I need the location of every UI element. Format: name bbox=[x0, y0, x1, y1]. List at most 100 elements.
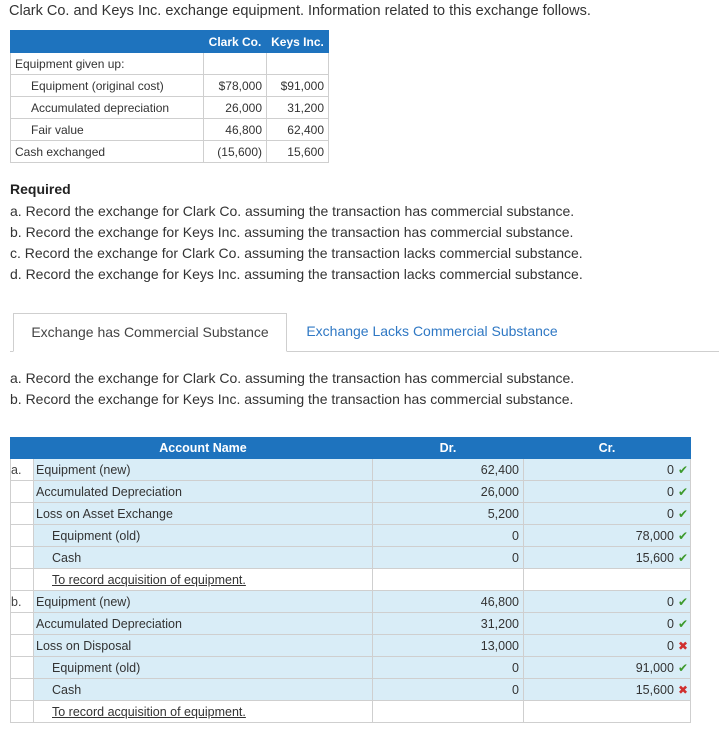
info-clark-value: (15,600) bbox=[203, 140, 267, 163]
debit-field[interactable]: 0 bbox=[372, 656, 524, 679]
info-header-row: Clark Co. Keys Inc. bbox=[10, 30, 329, 53]
journal-line: Cash 0 15,600 ✖ bbox=[10, 678, 691, 701]
info-keys-value: 31,200 bbox=[266, 96, 329, 119]
required-item-d: d. Record the exchange for Keys Inc. ass… bbox=[10, 266, 583, 282]
exchange-info-table: Clark Co. Keys Inc. Equipment given up: … bbox=[10, 30, 329, 163]
journal-line: Cash 0 15,600 ✔ bbox=[10, 546, 691, 569]
credit-field[interactable]: 15,600 bbox=[636, 551, 674, 565]
cross-icon: ✖ bbox=[677, 682, 688, 697]
credit-field[interactable]: 0 bbox=[667, 595, 674, 609]
debit-field[interactable]: 0 bbox=[372, 546, 524, 569]
tab-bar: Exchange has Commercial Substance Exchan… bbox=[10, 313, 719, 352]
journal-note-text: To record acquisition of equipment. bbox=[52, 704, 246, 719]
account-field[interactable]: Cash bbox=[33, 546, 373, 569]
entry-letter-blank bbox=[10, 480, 34, 503]
info-row: Accumulated depreciation 26,000 31,200 bbox=[10, 96, 329, 119]
credit-cell: 0 ✔ bbox=[523, 612, 691, 635]
debit-field[interactable]: 0 bbox=[372, 678, 524, 701]
credit-field[interactable]: 0 bbox=[667, 507, 674, 521]
credit-field[interactable]: 0 bbox=[667, 617, 674, 631]
info-row-label: Equipment (original cost) bbox=[10, 74, 204, 97]
journal-header-dr: Dr. bbox=[372, 437, 524, 459]
credit-field[interactable]: 78,000 bbox=[636, 529, 674, 543]
info-clark-value: 46,800 bbox=[203, 118, 267, 141]
journal-note-row: To record acquisition of equipment. bbox=[10, 568, 691, 591]
subtext-b: b. Record the exchange for Keys Inc. ass… bbox=[10, 391, 574, 407]
debit-field[interactable]: 31,200 bbox=[372, 612, 524, 635]
credit-cell: 15,600 ✔ bbox=[523, 546, 691, 569]
info-keys-value: 15,600 bbox=[266, 140, 329, 163]
account-field[interactable]: Accumulated Depreciation bbox=[33, 480, 373, 503]
info-row-label: Fair value bbox=[10, 118, 204, 141]
journal-note: To record acquisition of equipment. bbox=[33, 568, 373, 591]
check-icon: ✔ bbox=[677, 660, 688, 675]
credit-cell: 15,600 ✖ bbox=[523, 678, 691, 701]
check-icon: ✔ bbox=[677, 462, 688, 477]
info-clark-value: $78,000 bbox=[203, 74, 267, 97]
journal-line: Loss on Disposal 13,000 0 ✖ bbox=[10, 634, 691, 657]
account-field[interactable]: Accumulated Depreciation bbox=[33, 612, 373, 635]
info-row: Equipment (original cost) $78,000 $91,00… bbox=[10, 74, 329, 97]
entry-letter: b. bbox=[10, 590, 34, 613]
journal-header-blank bbox=[10, 437, 34, 459]
info-row: Equipment given up: bbox=[10, 52, 329, 75]
entry-letter-blank bbox=[10, 634, 34, 657]
required-item-b: b. Record the exchange for Keys Inc. ass… bbox=[10, 224, 574, 240]
credit-field[interactable]: 15,600 bbox=[636, 683, 674, 697]
credit-cell: 0 ✔ bbox=[523, 502, 691, 525]
info-row: Fair value 46,800 62,400 bbox=[10, 118, 329, 141]
debit-field[interactable]: 62,400 bbox=[372, 458, 524, 481]
note-blank-cr bbox=[523, 568, 691, 591]
intro-text: Clark Co. and Keys Inc. exchange equipme… bbox=[9, 3, 591, 19]
entry-letter-blank bbox=[10, 656, 34, 679]
info-header-clark: Clark Co. bbox=[203, 30, 267, 53]
cross-icon: ✖ bbox=[677, 638, 688, 653]
entry-letter-blank bbox=[10, 612, 34, 635]
credit-cell: 0 ✔ bbox=[523, 480, 691, 503]
journal-note: To record acquisition of equipment. bbox=[33, 700, 373, 723]
credit-field[interactable]: 0 bbox=[667, 485, 674, 499]
credit-field[interactable]: 91,000 bbox=[636, 661, 674, 675]
credit-field[interactable]: 0 bbox=[667, 463, 674, 477]
info-keys-value bbox=[266, 52, 329, 75]
journal-line: b. Equipment (new) 46,800 0 ✔ bbox=[10, 590, 691, 613]
credit-cell: 0 ✔ bbox=[523, 590, 691, 613]
check-icon: ✔ bbox=[677, 550, 688, 565]
account-field[interactable]: Loss on Asset Exchange bbox=[33, 502, 373, 525]
note-blank-cr bbox=[523, 700, 691, 723]
credit-cell: 0 ✖ bbox=[523, 634, 691, 657]
info-header-keys: Keys Inc. bbox=[266, 30, 329, 53]
debit-field[interactable]: 0 bbox=[372, 524, 524, 547]
account-field[interactable]: Equipment (new) bbox=[33, 458, 373, 481]
account-field[interactable]: Equipment (old) bbox=[33, 524, 373, 547]
credit-cell: 0 ✔ bbox=[523, 458, 691, 481]
account-field[interactable]: Equipment (new) bbox=[33, 590, 373, 613]
account-field[interactable]: Equipment (old) bbox=[33, 656, 373, 679]
entry-letter-blank bbox=[10, 546, 34, 569]
subtext-a: a. Record the exchange for Clark Co. ass… bbox=[10, 370, 575, 386]
info-header-blank bbox=[10, 30, 204, 53]
debit-field[interactable]: 5,200 bbox=[372, 502, 524, 525]
required-heading: Required bbox=[10, 181, 71, 197]
info-clark-value: 26,000 bbox=[203, 96, 267, 119]
debit-field[interactable]: 13,000 bbox=[372, 634, 524, 657]
journal-table: Account Name Dr. Cr. a. Equipment (new) … bbox=[10, 437, 691, 723]
account-field[interactable]: Loss on Disposal bbox=[33, 634, 373, 657]
check-icon: ✔ bbox=[677, 594, 688, 609]
check-icon: ✔ bbox=[677, 484, 688, 499]
check-icon: ✔ bbox=[677, 528, 688, 543]
journal-header-account: Account Name bbox=[33, 437, 373, 459]
account-field[interactable]: Cash bbox=[33, 678, 373, 701]
debit-field[interactable]: 26,000 bbox=[372, 480, 524, 503]
debit-field[interactable]: 46,800 bbox=[372, 590, 524, 613]
tab-commercial-substance[interactable]: Exchange has Commercial Substance bbox=[13, 313, 287, 352]
entry-letter-blank bbox=[10, 524, 34, 547]
journal-header-row: Account Name Dr. Cr. bbox=[10, 437, 691, 459]
journal-line: Equipment (old) 0 91,000 ✔ bbox=[10, 656, 691, 679]
journal-line: Accumulated Depreciation 26,000 0 ✔ bbox=[10, 480, 691, 503]
journal-line: Equipment (old) 0 78,000 ✔ bbox=[10, 524, 691, 547]
journal-header-cr: Cr. bbox=[523, 437, 691, 459]
tab-lacks-commercial-substance[interactable]: Exchange Lacks Commercial Substance bbox=[298, 313, 566, 350]
note-blank-dr bbox=[372, 568, 524, 591]
credit-field[interactable]: 0 bbox=[667, 639, 674, 653]
